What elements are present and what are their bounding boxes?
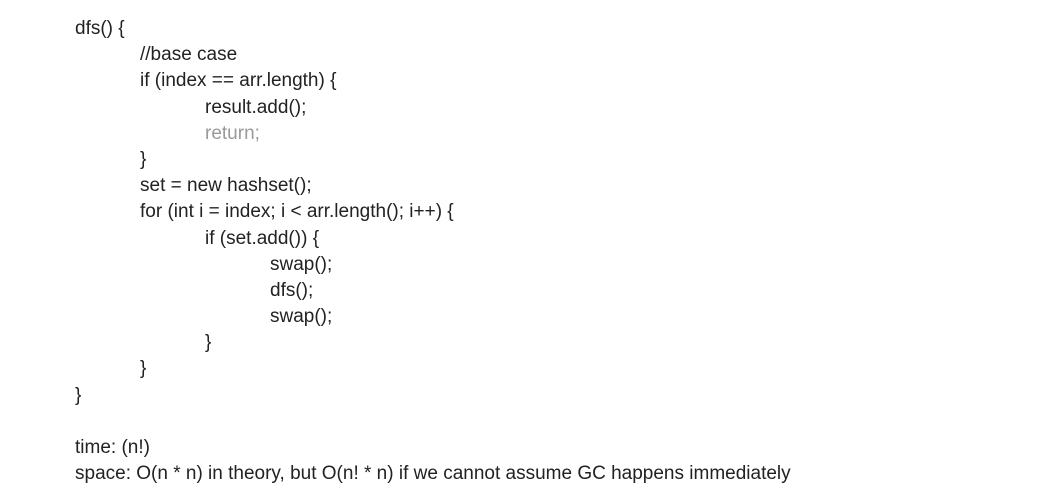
code-line: for (int i = index; i < arr.length(); i+… — [140, 201, 454, 223]
document-body: dfs() { //base case if (index == arr.len… — [75, 16, 1015, 487]
code-line: } — [140, 148, 147, 170]
code-line: set = new hashset(); — [140, 175, 312, 197]
code-line: result.add(); — [205, 96, 307, 118]
code-line: dfs() { — [75, 18, 125, 39]
code-line: } — [75, 384, 82, 406]
space-complexity-note: space: O(n * n) in theory, but O(n! * n)… — [75, 463, 791, 485]
time-complexity-note: time: (n!) — [75, 437, 150, 458]
code-line: //base case — [140, 44, 238, 66]
code-line: swap(); — [270, 253, 333, 275]
code-line: if (index == arr.length) { — [140, 70, 337, 92]
code-line: } — [205, 332, 212, 354]
code-line: return; — [205, 122, 260, 144]
code-line: } — [140, 358, 147, 380]
code-line: dfs(); — [270, 279, 314, 301]
code-line: swap(); — [270, 306, 333, 328]
code-line: if (set.add()) { — [205, 227, 320, 249]
